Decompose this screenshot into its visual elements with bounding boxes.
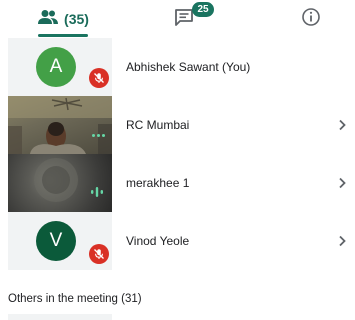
participant-row[interactable]: A Abhishek Sawant (You) (0, 38, 355, 96)
tab-info[interactable] (286, 0, 336, 38)
participant-tile: A (8, 38, 112, 96)
people-icon (37, 9, 59, 30)
tab-people[interactable]: (35) (20, 0, 106, 38)
chevron-right-icon[interactable] (337, 212, 347, 270)
video-frame-image (34, 158, 78, 202)
participant-row[interactable]: V Vinod Yeole (0, 212, 355, 270)
participant-name: RC Mumbai (126, 118, 190, 132)
participant-name: Vinod Yeole (126, 234, 190, 248)
participant-tile (8, 314, 112, 320)
chevron-right-icon[interactable] (337, 154, 347, 212)
tab-bar: (35) 25 (0, 0, 355, 38)
info-icon (301, 7, 321, 32)
avatar: A (36, 47, 76, 87)
participant-video (8, 96, 112, 154)
participant-video (8, 154, 112, 212)
video-frame-image (8, 96, 112, 154)
mic-off-icon (89, 244, 109, 264)
participant-tile: V (8, 212, 112, 270)
more-dots-icon (92, 134, 105, 137)
mic-off-icon (89, 68, 109, 88)
participant-name: merakhee 1 (126, 176, 190, 190)
participant-row[interactable]: RC Mumbai (0, 96, 355, 154)
people-count: (35) (64, 11, 89, 27)
participant-name: Abhishek Sawant (You) (126, 60, 251, 74)
chat-unread-badge: 25 (192, 2, 214, 17)
avatar: V (36, 221, 76, 261)
active-tab-indicator (38, 34, 88, 37)
chevron-right-icon[interactable] (337, 96, 347, 154)
speaking-indicator-icon (90, 185, 104, 203)
others-section-title: Others in the meeting (31) (8, 293, 142, 305)
participant-row[interactable]: merakhee 1 (0, 154, 355, 212)
